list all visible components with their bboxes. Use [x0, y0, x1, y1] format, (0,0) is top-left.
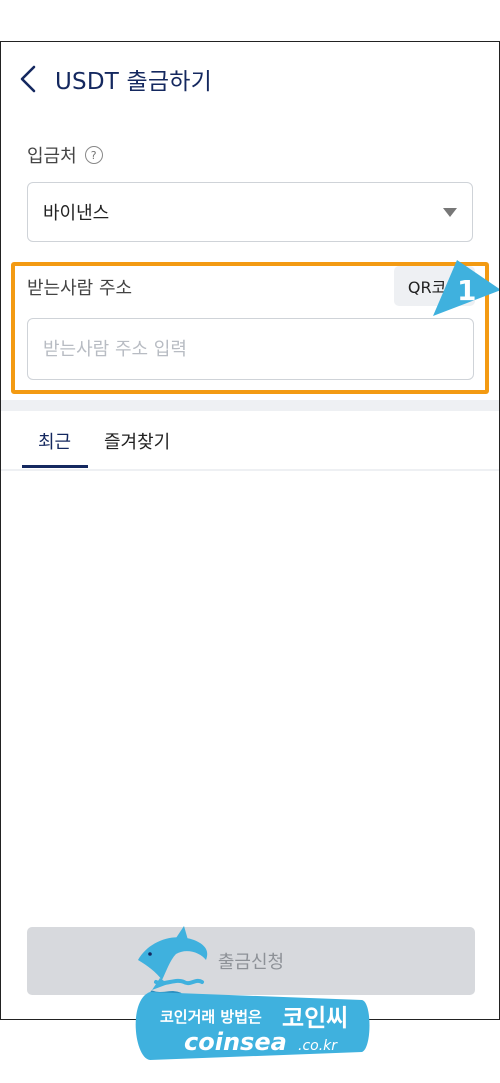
tab-favorites[interactable]: 즐겨찾기	[104, 428, 170, 454]
page-title: USDT 출금하기	[55, 69, 212, 95]
recipient-address-label: 받는사람 주소	[27, 278, 133, 299]
active-tab-indicator	[22, 465, 88, 468]
dolphin-logo-icon	[138, 926, 208, 996]
dropdown-caret-icon	[443, 208, 457, 217]
annotation-number: 1	[457, 274, 476, 307]
header: USDT 출금하기	[1, 42, 499, 114]
watermark-tld: .co.kr	[298, 1038, 338, 1054]
watermark-line1: 코인거래 방법은	[160, 1008, 262, 1026]
app-screen: USDT 출금하기 입금처 ? 바이낸스 받는사람 주소 QR코드 최근 즐겨찾…	[0, 41, 500, 1020]
coinsea-watermark: 코인거래 방법은 코인씨 coinsea .co.kr	[135, 926, 370, 1060]
section-separator	[1, 400, 499, 411]
tab-recent[interactable]: 최근	[38, 428, 71, 454]
destination-label: 입금처	[27, 146, 77, 167]
watermark-pill: 코인거래 방법은 코인씨 coinsea .co.kr	[135, 992, 370, 1060]
destination-select[interactable]: 바이낸스	[27, 182, 473, 242]
back-arrow-icon[interactable]	[17, 64, 41, 94]
destination-selected-value: 바이낸스	[43, 203, 110, 224]
destination-label-row: 입금처 ?	[27, 142, 103, 168]
address-tabs: 최근 즐겨찾기	[1, 411, 499, 471]
watermark-domain: coinsea	[184, 1028, 287, 1056]
help-icon[interactable]: ?	[84, 146, 103, 164]
annotation-pointer-icon: 1	[433, 260, 499, 316]
recipient-address-input[interactable]	[27, 318, 474, 380]
watermark-brand: 코인씨	[282, 1004, 348, 1032]
